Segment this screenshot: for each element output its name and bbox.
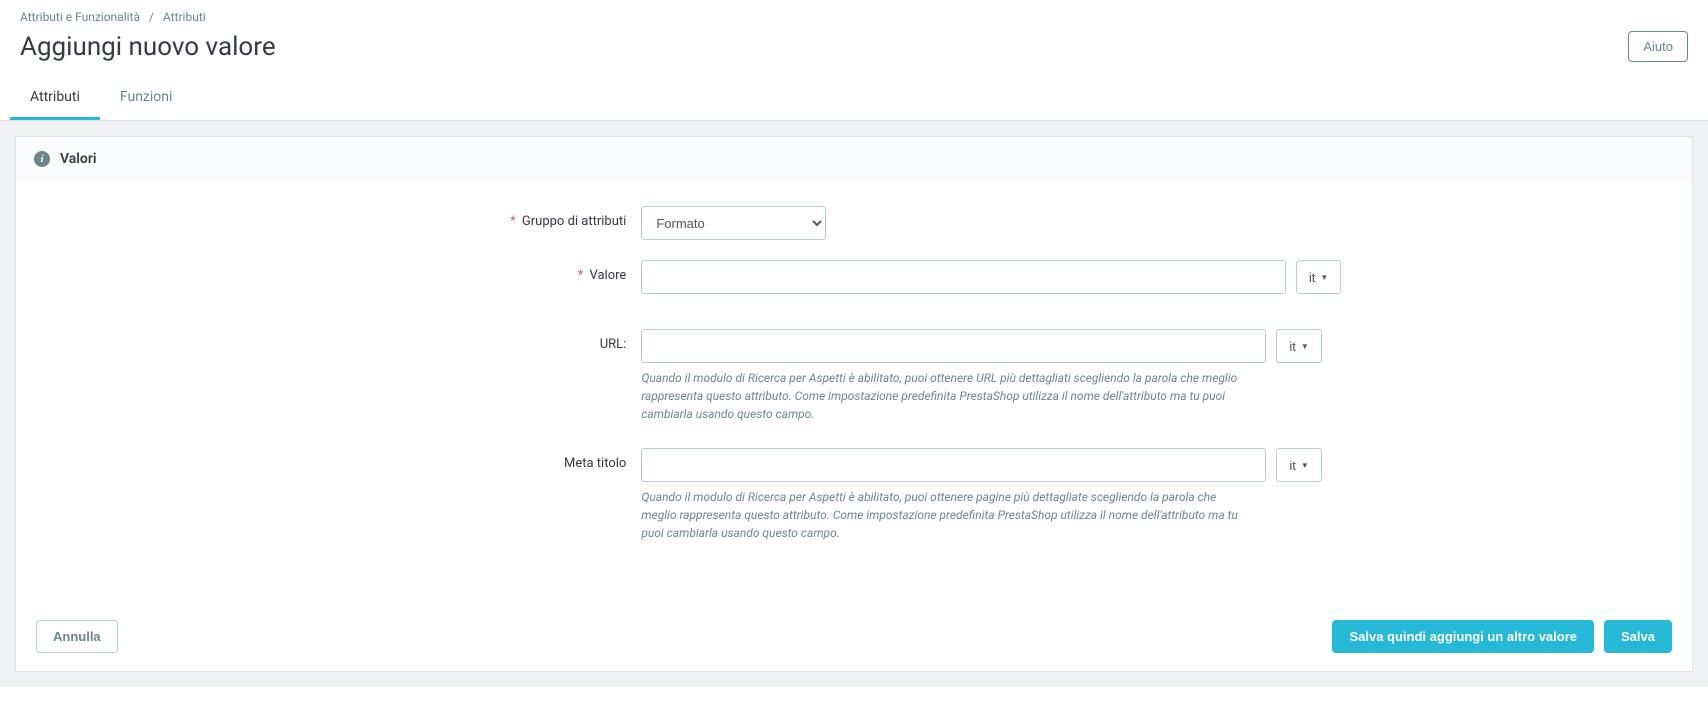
help-url: Quando il modulo di Ricerca per Aspetti … — [641, 369, 1241, 423]
label-value-text: Valore — [590, 268, 627, 283]
input-meta[interactable] — [641, 448, 1266, 482]
panel-footer: Annulla Salva quindi aggiungi un altro v… — [16, 602, 1692, 671]
input-value[interactable] — [641, 260, 1286, 294]
help-meta: Quando il modulo di Ricerca per Aspetti … — [641, 488, 1241, 542]
tab-attributes[interactable]: Attributi — [10, 77, 100, 120]
help-button[interactable]: Aiuto — [1628, 31, 1688, 62]
row-value: * Valore it ▼ — [36, 260, 1672, 294]
tab-functions[interactable]: Funzioni — [100, 77, 193, 120]
caret-down-icon: ▼ — [1301, 461, 1309, 470]
save-and-add-button[interactable]: Salva quindi aggiungi un altro valore — [1332, 620, 1594, 653]
label-url-text: URL: — [600, 337, 627, 352]
info-icon: i — [34, 151, 50, 167]
lang-button-url[interactable]: it ▼ — [1276, 329, 1321, 363]
control-url: it ▼ Quando il modulo di Ricerca per Asp… — [641, 329, 1341, 423]
control-value: it ▼ — [641, 260, 1341, 294]
footer-right: Salva quindi aggiungi un altro valore Sa… — [1332, 620, 1672, 653]
panel-body: * Gruppo di attributi Formato * Valore — [16, 181, 1692, 602]
label-attribute-group: * Gruppo di attributi — [36, 206, 641, 229]
row-meta: Meta titolo it ▼ Quando il modulo di Ric… — [36, 448, 1672, 542]
page-title: Aggiungi nuovo valore — [20, 32, 276, 62]
control-attribute-group: Formato — [641, 206, 1341, 240]
caret-down-icon: ▼ — [1301, 342, 1309, 351]
tabs: Attributi Funzioni — [0, 77, 1708, 121]
row-url: URL: it ▼ Quando il modulo di Ricerca pe… — [36, 329, 1672, 423]
label-value: * Valore — [36, 260, 641, 283]
page-header: Aggiungi nuovo valore Aiuto — [0, 26, 1708, 77]
required-marker: * — [510, 214, 516, 229]
caret-down-icon: ▼ — [1320, 273, 1328, 282]
label-meta-text: Meta titolo — [564, 456, 626, 471]
label-url: URL: — [36, 329, 641, 352]
breadcrumb-parent[interactable]: Attributi e Funzionalità — [20, 10, 140, 24]
label-attribute-group-text: Gruppo di attributi — [522, 214, 626, 229]
lang-code: it — [1289, 458, 1296, 473]
input-url[interactable] — [641, 329, 1266, 363]
panel-values: i Valori * Gruppo di attributi Formato *… — [15, 136, 1693, 672]
select-attribute-group[interactable]: Formato — [641, 206, 826, 240]
lang-button-meta[interactable]: it ▼ — [1276, 448, 1321, 482]
breadcrumb-separator: / — [149, 10, 154, 24]
panel-header: i Valori — [16, 137, 1692, 181]
control-meta: it ▼ Quando il modulo di Ricerca per Asp… — [641, 448, 1341, 542]
label-meta: Meta titolo — [36, 448, 641, 471]
lang-button-value[interactable]: it ▼ — [1296, 260, 1341, 294]
required-marker: * — [578, 268, 584, 283]
lang-code: it — [1289, 339, 1296, 354]
cancel-button[interactable]: Annulla — [36, 620, 118, 653]
lang-code: it — [1309, 270, 1316, 285]
breadcrumb-current: Attributi — [163, 10, 206, 24]
save-button[interactable]: Salva — [1604, 620, 1672, 653]
row-attribute-group: * Gruppo di attributi Formato — [36, 206, 1672, 240]
content-area: i Valori * Gruppo di attributi Formato *… — [0, 121, 1708, 687]
breadcrumb: Attributi e Funzionalità / Attributi — [0, 0, 1708, 26]
panel-title: Valori — [60, 151, 97, 167]
